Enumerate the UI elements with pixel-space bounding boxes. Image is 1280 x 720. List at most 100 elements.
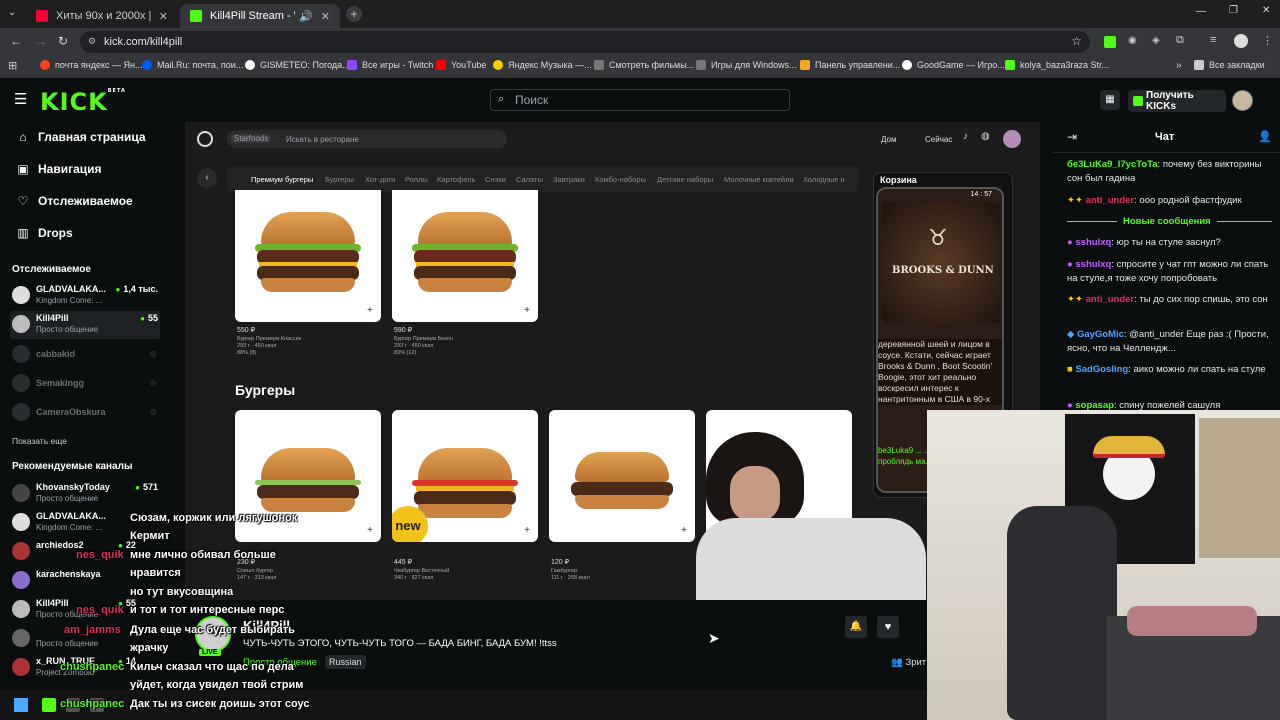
- browser-menu-icon[interactable]: ⋮: [1262, 34, 1273, 47]
- close-tab-icon[interactable]: ✕: [151, 10, 168, 23]
- bookmark-windows-games[interactable]: Игры для Windows...: [696, 60, 797, 70]
- kicks-icon: [1133, 96, 1143, 106]
- reading-list-icon[interactable]: ≡: [1210, 34, 1216, 46]
- food-avatar: [1003, 130, 1021, 148]
- audio-icon[interactable]: 🔊: [299, 10, 313, 23]
- extension-icon[interactable]: ◈: [1152, 35, 1160, 46]
- bookmark-youtube[interactable]: YouTube: [436, 60, 486, 70]
- bookmark-movies[interactable]: Смотреть фильмы...: [594, 60, 694, 70]
- close-tab-icon[interactable]: ✕: [313, 10, 330, 23]
- new-badge: new: [392, 506, 428, 542]
- apps-grid-icon[interactable]: ⊞: [8, 59, 17, 72]
- reload-icon[interactable]: ↻: [58, 34, 68, 48]
- bookmark-twitch[interactable]: Все игры - Twitch: [347, 60, 433, 70]
- url-field[interactable]: ⚙ kick.com/kill4pill ☆: [80, 31, 1090, 53]
- channel-name: Kill4Pill: [36, 598, 69, 608]
- nav-home[interactable]: ⌂ Главная страница: [16, 130, 145, 144]
- search-icon: ⌕: [498, 93, 505, 105]
- tab-youtube[interactable]: Хиты 90х и 2000х | 90s and 20( ✕: [26, 4, 178, 28]
- bookmark-yandex-mail[interactable]: почта яндекс — Ян...: [40, 60, 143, 70]
- chat-username[interactable]: SadGosling: [1075, 364, 1128, 375]
- channel-name: GLADVALAKA...: [36, 511, 106, 521]
- site-info-icon[interactable]: ⚙: [88, 36, 96, 47]
- chat-username[interactable]: бе3LuKa9_I7ycToTa: [1067, 159, 1158, 170]
- phone-text: деревянной шеей и лицом в соусе. Кстати,…: [878, 339, 1002, 405]
- panel-icon: [800, 60, 810, 70]
- chat-text: ты до сих пор спишь, это сон: [1139, 294, 1268, 305]
- nav-drops[interactable]: ▥ Drops: [16, 226, 72, 240]
- extensions-puzzle-icon[interactable]: ⧉: [1176, 34, 1184, 47]
- user-avatar[interactable]: [1232, 90, 1253, 111]
- nav-following[interactable]: ♡ Отслеживаемое: [16, 194, 133, 208]
- channel-item[interactable]: GLADVALAKA... Kingdom Come: ... 1,4 тыс.: [10, 282, 160, 310]
- extension-icon[interactable]: ◉: [1128, 35, 1137, 46]
- maximize-button[interactable]: ❐: [1229, 5, 1238, 16]
- channel-item-offline[interactable]: cabbakid ⦸: [10, 341, 160, 369]
- new-tab-button[interactable]: +: [346, 6, 362, 22]
- notify-bell-button[interactable]: 🔔: [845, 616, 867, 638]
- chat-username[interactable]: anti_under: [1086, 294, 1135, 305]
- chat-username[interactable]: sshulxq: [1075, 237, 1111, 248]
- chat-username[interactable]: anti_under: [1086, 195, 1135, 206]
- get-kicks-button[interactable]: Получить KICKs: [1128, 90, 1226, 112]
- bookmark-label: Все закладки: [1209, 60, 1265, 70]
- more-bookmarks-icon[interactable]: »: [1176, 60, 1182, 71]
- chat-username[interactable]: sshulxq: [1075, 259, 1111, 270]
- forward-icon[interactable]: →: [35, 34, 47, 48]
- bookmark-all[interactable]: Все закладки: [1194, 60, 1265, 70]
- stream-title: ЧУТЬ-ЧУТЬ ЭТОГО, ЧУТЬ-ЧУТЬ ТОГО — БАДА Б…: [243, 638, 557, 649]
- channel-item-offline[interactable]: Semakingg ⦸: [10, 370, 160, 398]
- avatar: [12, 629, 30, 647]
- nav-browse[interactable]: ▣ Навигация: [16, 162, 101, 176]
- gaming-chair: [1007, 506, 1117, 720]
- extension-kick-icon[interactable]: [1104, 36, 1116, 48]
- channel-item[interactable]: KhovanskyToday Просто общение 571: [10, 480, 160, 508]
- chat-users-icon[interactable]: 👤: [1258, 130, 1272, 143]
- chat-text: аико можно ли спать на стуле: [1133, 364, 1266, 375]
- streamer-shirt: [696, 518, 926, 600]
- food-category: Хот-доги: [365, 175, 396, 184]
- taskbar-app-icon[interactable]: [42, 698, 56, 712]
- add-item-icon: +: [681, 525, 687, 536]
- theater-mode-icon[interactable]: ▦: [1100, 90, 1120, 110]
- avatar: [12, 571, 30, 589]
- show-more-link[interactable]: Показать еще: [12, 436, 67, 446]
- tab-kick[interactable]: Kill4Pill Stream - Watch Live 🔊 ✕: [180, 4, 340, 28]
- stream-video[interactable]: Starfoods Искать в ресторане Дом Сейчас …: [185, 122, 1040, 600]
- viewer-count: 55: [140, 313, 158, 323]
- overlay-chat-line: Сюзам, коржик или лягушонок: [130, 512, 298, 524]
- overlay-chat-line: мне лично обивал больше: [130, 549, 276, 561]
- bookmark-label: Игры для Windows...: [711, 60, 797, 70]
- mailru-icon: [142, 60, 152, 70]
- profile-avatar[interactable]: [1234, 34, 1248, 48]
- collapse-chat-icon[interactable]: ⇥: [1067, 130, 1077, 144]
- back-icon[interactable]: ←: [10, 34, 22, 48]
- chat-message: ● sshulxq: юр ты на стуле заснул?: [1067, 237, 1221, 248]
- follow-heart-button[interactable]: ♥: [877, 616, 899, 638]
- bookmark-mailru[interactable]: Mail.Ru: почта, пои...: [142, 60, 243, 70]
- search-input[interactable]: ⌕ Поиск: [490, 89, 790, 111]
- food-category-active: Премиум бургеры: [251, 175, 314, 184]
- channel-item-offline[interactable]: CameraObskura ⦸: [10, 399, 160, 427]
- bookmark-control-panel[interactable]: Панель управлени...: [800, 60, 900, 70]
- bookmark-yandex-music[interactable]: Яндекс Музыка —...: [493, 60, 592, 70]
- overlay-chat-line: но тут вкусовщина: [130, 586, 234, 598]
- bookmark-kolya[interactable]: kolya_baza3raza Str...: [1005, 60, 1109, 70]
- minimize-button[interactable]: —: [1196, 6, 1206, 17]
- item-rating: 83% (12): [394, 350, 417, 356]
- channel-item-active[interactable]: Kill4Pill Просто общение 55: [10, 311, 160, 339]
- close-window-button[interactable]: ✕: [1262, 5, 1270, 16]
- cart-title: Корзина: [880, 175, 917, 185]
- tab-list-chevron-icon[interactable]: ⌄: [8, 7, 16, 18]
- bookmark-gismeteo[interactable]: GISMETEO: Погода...: [245, 60, 350, 70]
- bookmark-label: Mail.Ru: почта, пои...: [157, 60, 244, 70]
- language-tag[interactable]: Russian: [325, 655, 366, 669]
- kick-logo[interactable]: KICKBETA: [40, 88, 126, 116]
- menu-hamburger-icon[interactable]: ☰: [14, 90, 27, 108]
- bookmark-goodgame[interactable]: GoodGame — Игро...: [902, 60, 1005, 70]
- bookmark-star-icon[interactable]: ☆: [1071, 34, 1082, 48]
- windows-start-icon[interactable]: [14, 698, 28, 712]
- channel-name: Kill4Pill: [36, 313, 69, 323]
- chat-username[interactable]: GayGoMic: [1077, 329, 1124, 340]
- item-meta: 293 г · 450 ккал: [394, 343, 434, 349]
